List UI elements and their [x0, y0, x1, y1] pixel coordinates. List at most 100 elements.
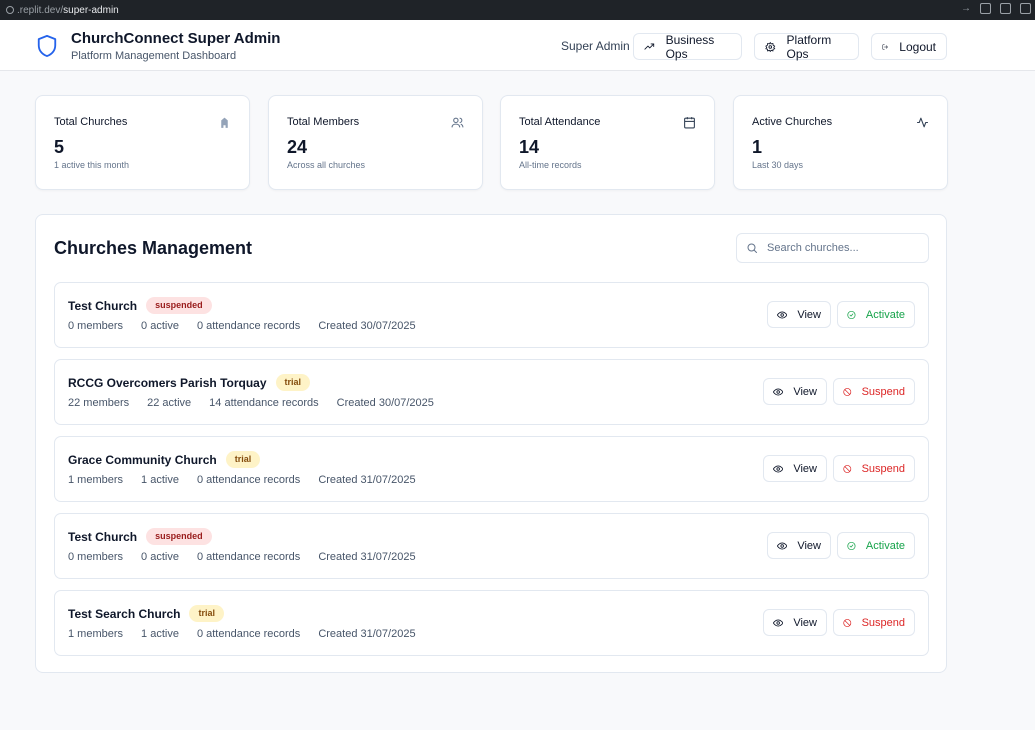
gear-icon	[765, 41, 776, 52]
activity-icon	[917, 117, 928, 128]
browser-tools: →	[961, 3, 1031, 14]
church-row: Test Church suspended 0 members 0 active 0 a…	[54, 282, 929, 348]
action-label: Activate	[865, 308, 905, 321]
action-label: Suspend	[861, 462, 905, 475]
suspend-button[interactable]: Suspend	[833, 378, 915, 405]
stat-sub: All-time records	[519, 160, 582, 170]
view-label: View	[797, 308, 821, 321]
action-label: Suspend	[861, 385, 905, 398]
active-count: 1 active	[141, 628, 179, 640]
suspend-button[interactable]: Suspend	[833, 455, 915, 482]
business-ops-button[interactable]: Business Ops	[633, 32, 742, 61]
view-label: View	[797, 539, 821, 552]
platform-ops-button[interactable]: Platform Ops	[754, 33, 859, 61]
attendance-count: 0 attendance records	[196, 320, 301, 332]
church-row: Test Church suspended 0 members 0 active 0 a…	[54, 513, 929, 579]
stat-sub: Across all churches	[287, 160, 366, 170]
business-ops-label: Business Ops	[665, 32, 715, 61]
app-subtitle: Platform Management Dashboard	[71, 50, 237, 62]
search-box[interactable]	[736, 233, 929, 263]
suspend-button[interactable]: Suspend	[833, 609, 915, 636]
trending-up-icon	[644, 42, 655, 50]
church-name: Test Church	[68, 529, 138, 544]
activate-button[interactable]: Activate	[837, 532, 915, 559]
view-button[interactable]: View	[763, 609, 827, 636]
view-button[interactable]: View	[767, 301, 831, 328]
member-count: 1 members	[68, 474, 124, 486]
browser-url-bar[interactable]: .replit.dev/super-admin →	[0, 0, 1035, 20]
member-count: 0 members	[68, 320, 124, 332]
church-stats: 1 members 1 active 0 attendance records Cre…	[68, 474, 434, 486]
church-name: Test Church	[68, 298, 138, 313]
status-badge: trial	[275, 374, 311, 391]
stat-value: 1	[752, 137, 763, 157]
search-icon	[747, 243, 757, 253]
view-button[interactable]: View	[763, 378, 827, 405]
churches-management-panel: Churches Management Test Church suspended…	[35, 214, 947, 673]
calendar-icon	[684, 117, 695, 129]
stat-card-total-churches: Total Churches 5 1 active this month	[35, 95, 250, 190]
ban-icon	[843, 618, 852, 627]
created-date: Created 31/07/2025	[318, 551, 416, 563]
stat-label: Total Churches	[54, 116, 128, 128]
wrench-icon[interactable]	[1000, 3, 1011, 14]
app-title: ChurchConnect Super Admin	[71, 30, 281, 47]
building-icon	[221, 117, 228, 128]
logout-icon	[882, 43, 888, 50]
attendance-count: 0 attendance records	[196, 628, 301, 640]
eye-icon	[773, 619, 784, 626]
created-date: Created 30/07/2025	[318, 320, 416, 332]
view-button[interactable]: View	[763, 455, 827, 482]
active-count: 1 active	[141, 474, 179, 486]
url-text[interactable]: .replit.dev/super-admin	[17, 5, 119, 16]
stat-sub: 1 active this month	[54, 160, 130, 170]
eye-icon	[773, 388, 784, 395]
user-role-label: Super Admin	[561, 39, 630, 53]
member-count: 0 members	[68, 551, 124, 563]
stat-value: 24	[287, 137, 308, 157]
church-name-line: Grace Community Church trial	[68, 451, 261, 468]
logout-label: Logout	[899, 39, 936, 54]
ban-icon	[843, 464, 852, 473]
stat-card-total-members: Total Members 24 Across all churches	[268, 95, 483, 190]
users-icon	[451, 117, 464, 128]
view-label: View	[793, 462, 817, 475]
logout-button[interactable]: Logout	[871, 33, 947, 60]
created-date: Created 30/07/2025	[336, 397, 434, 409]
check-circle-icon	[847, 310, 856, 319]
church-row: RCCG Overcomers Parish Torquay trial 22 me…	[54, 359, 929, 425]
search-input[interactable]	[767, 242, 917, 254]
eye-icon	[777, 542, 788, 549]
attendance-count: 0 attendance records	[196, 474, 301, 486]
stat-label: Total Attendance	[519, 116, 601, 128]
site-info-icon[interactable]	[6, 6, 14, 14]
church-stats: 0 members 0 active 0 attendance records Cre…	[68, 551, 434, 563]
church-row: Test Search Church trial 1 members 1 active…	[54, 590, 929, 656]
activate-button[interactable]: Activate	[837, 301, 915, 328]
view-label: View	[793, 385, 817, 398]
church-stats: 1 members 1 active 0 attendance records Cre…	[68, 628, 434, 640]
created-date: Created 31/07/2025	[318, 628, 416, 640]
eye-icon	[777, 311, 788, 318]
member-count: 22 members	[68, 397, 130, 409]
church-name: Test Search Church	[68, 606, 181, 621]
stat-label: Active Churches	[752, 116, 833, 128]
status-badge: suspended	[146, 528, 212, 545]
church-stats: 0 members 0 active 0 attendance records Cre…	[68, 320, 434, 332]
open-tab-icon[interactable]	[1020, 3, 1031, 14]
shield-icon	[37, 35, 57, 57]
stat-value: 14	[519, 137, 540, 157]
devices-icon[interactable]	[980, 3, 991, 14]
forward-icon[interactable]: →	[961, 3, 971, 14]
church-name-line: Test Church suspended	[68, 528, 212, 545]
church-name-line: RCCG Overcomers Parish Torquay trial	[68, 374, 311, 391]
ban-icon	[843, 387, 852, 396]
created-date: Created 31/07/2025	[318, 474, 416, 486]
status-badge: trial	[189, 605, 224, 622]
active-count: 0 active	[141, 551, 179, 563]
view-button[interactable]: View	[767, 532, 831, 559]
panel-title: Churches Management	[54, 238, 253, 258]
status-badge: suspended	[146, 297, 212, 314]
view-label: View	[793, 616, 817, 629]
stat-value: 5	[54, 137, 65, 157]
